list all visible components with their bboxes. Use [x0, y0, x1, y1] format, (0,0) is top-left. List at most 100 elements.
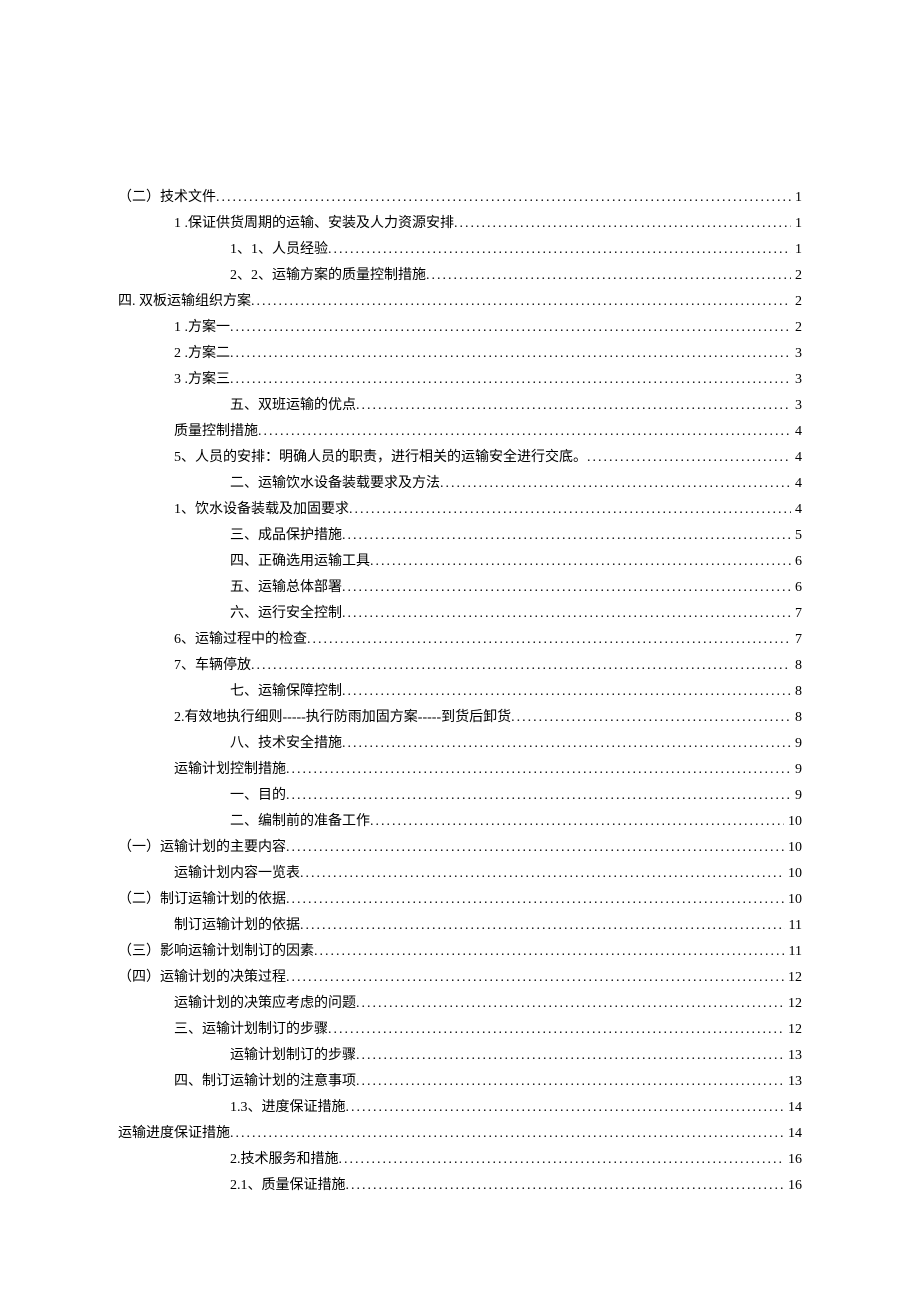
toc-entry-page: 10 — [784, 861, 802, 887]
toc-entry[interactable]: 一、目的9 — [118, 783, 802, 809]
toc-entry[interactable]: 6、运输过程中的检查 7 — [118, 627, 802, 653]
toc-entry[interactable]: 7、车辆停放 8 — [118, 653, 802, 679]
toc-entry[interactable]: 1 .保证供货周期的运输、安装及人力资源安排1 — [118, 211, 802, 237]
toc-leader-dots — [314, 939, 785, 965]
toc-entry-text: （二）制订运输计划的依据 — [118, 887, 286, 913]
toc-entry-text: 7、车辆停放 — [174, 653, 251, 679]
toc-entry[interactable]: 1.3、进度保证措施14 — [118, 1095, 802, 1121]
toc-leader-dots — [230, 341, 791, 367]
toc-entry-text: 质量控制措施 — [174, 419, 258, 445]
toc-entry-page: 16 — [784, 1173, 802, 1199]
toc-entry-text: 2.1、质量保证措施 — [230, 1173, 346, 1199]
toc-entry[interactable]: 八、技术安全措施9 — [118, 731, 802, 757]
toc-entry-page: 6 — [791, 575, 802, 601]
toc-leader-dots — [426, 263, 791, 289]
toc-entry-text: （一）运输计划的主要内容 — [118, 835, 286, 861]
toc-entry[interactable]: 二、运输饮水设备装载要求及方法4 — [118, 471, 802, 497]
toc-entry-text: 运输计划制订的步骤 — [230, 1043, 356, 1069]
toc-leader-dots — [286, 965, 784, 991]
toc-entry-text: 3 .方案三 — [174, 367, 230, 393]
toc-leader-dots — [346, 1095, 785, 1121]
toc-entry[interactable]: 1、1、人员经验1 — [118, 237, 802, 263]
toc-entry[interactable]: （二）制订运输计划的依据10 — [118, 887, 802, 913]
toc-entry[interactable]: 2、2、运输方案的质量控制措施2 — [118, 263, 802, 289]
toc-entry-page: 9 — [791, 757, 802, 783]
toc-entry[interactable]: 运输计划内容一览表 10 — [118, 861, 802, 887]
toc-entry[interactable]: 5、人员的安排：明确人员的职责，进行相关的运输安全进行交底。4 — [118, 445, 802, 471]
toc-leader-dots — [307, 627, 791, 653]
toc-entry-page: 4 — [791, 471, 802, 497]
toc-entry-text: 1、1、人员经验 — [230, 237, 328, 263]
toc-entry-text: 四、正确选用运输工具 — [230, 549, 370, 575]
toc-entry[interactable]: 制订运输计划的依据11 — [118, 913, 802, 939]
toc-entry-page: 13 — [784, 1069, 802, 1095]
toc-entry-text: 八、技术安全措施 — [230, 731, 342, 757]
toc-entry-page: 8 — [791, 653, 802, 679]
toc-entry-text: 1 .方案一 — [174, 315, 230, 341]
toc-entry[interactable]: 2.技术服务和措施16 — [118, 1147, 802, 1173]
toc-leader-dots — [356, 393, 791, 419]
toc-entry-text: 三、成品保护措施 — [230, 523, 342, 549]
toc-entry-text: 三、运输计划制订的步骤 — [174, 1017, 328, 1043]
toc-entry[interactable]: （二）技术文件1 — [118, 185, 802, 211]
toc-entry-text: 2、2、运输方案的质量控制措施 — [230, 263, 426, 289]
toc-entry[interactable]: 质量控制措施4 — [118, 419, 802, 445]
toc-entry[interactable]: 3 .方案三 3 — [118, 367, 802, 393]
toc-entry-page: 11 — [785, 939, 802, 965]
toc-leader-dots — [342, 575, 791, 601]
toc-entry-page: 3 — [791, 393, 802, 419]
toc-entry[interactable]: 四、正确选用运输工具 6 — [118, 549, 802, 575]
toc-entry-text: 运输计划内容一览表 — [174, 861, 300, 887]
document-page: （二）技术文件11 .保证供货周期的运输、安装及人力资源安排11、1、人员经验1… — [0, 0, 920, 1301]
toc-entry-page: 14 — [784, 1121, 802, 1147]
toc-leader-dots — [342, 679, 791, 705]
toc-entry[interactable]: （一）运输计划的主要内容10 — [118, 835, 802, 861]
toc-leader-dots — [258, 419, 791, 445]
toc-entry[interactable]: 五、运输总体部署6 — [118, 575, 802, 601]
toc-leader-dots — [511, 705, 791, 731]
toc-entry-page: 2 — [791, 315, 802, 341]
toc-entry[interactable]: （四）运输计划的决策过程12 — [118, 965, 802, 991]
toc-entry-page: 6 — [791, 549, 802, 575]
toc-leader-dots — [339, 1147, 785, 1173]
toc-leader-dots — [440, 471, 791, 497]
toc-entry-text: 5、人员的安排：明确人员的职责，进行相关的运输安全进行交底。 — [174, 445, 587, 471]
toc-entry[interactable]: 四. 双板运输组织方案2 — [118, 289, 802, 315]
toc-entry-text: 运输进度保证措施 — [118, 1121, 230, 1147]
toc-entry[interactable]: 六、运行安全控制7 — [118, 601, 802, 627]
toc-entry[interactable]: 2.1、质量保证措施 16 — [118, 1173, 802, 1199]
toc-leader-dots — [342, 601, 791, 627]
toc-leader-dots — [587, 445, 791, 471]
toc-entry-text: 6、运输过程中的检查 — [174, 627, 307, 653]
toc-entry[interactable]: 运输计划的决策应考虑的问题12 — [118, 991, 802, 1017]
toc-leader-dots — [286, 835, 784, 861]
toc-leader-dots — [251, 653, 791, 679]
toc-entry[interactable]: 三、成品保护措施5 — [118, 523, 802, 549]
toc-leader-dots — [370, 809, 784, 835]
toc-entry[interactable]: （三）影响运输计划制订的因素 11 — [118, 939, 802, 965]
toc-entry[interactable]: 运输计划制订的步骤13 — [118, 1043, 802, 1069]
toc-entry[interactable]: 四、制订运输计划的注意事项13 — [118, 1069, 802, 1095]
toc-entry-text: 1.3、进度保证措施 — [230, 1095, 346, 1121]
toc-entry[interactable]: 2.有效地执行细则-----执行防雨加固方案-----到货后卸货8 — [118, 705, 802, 731]
toc-entry[interactable]: 1、饮水设备装载及加固要求4 — [118, 497, 802, 523]
toc-entry[interactable]: 运输进度保证措施 14 — [118, 1121, 802, 1147]
toc-entry[interactable]: 七、运输保障控制8 — [118, 679, 802, 705]
toc-entry[interactable]: 三、运输计划制订的步骤12 — [118, 1017, 802, 1043]
toc-entry[interactable]: 二、编制前的准备工作10 — [118, 809, 802, 835]
toc-entry-page: 9 — [791, 783, 802, 809]
toc-entry[interactable]: 运输计划控制措施9 — [118, 757, 802, 783]
toc-entry-page: 7 — [791, 627, 802, 653]
toc-entry[interactable]: 1 .方案一 2 — [118, 315, 802, 341]
toc-entry-text: （三）影响运输计划制订的因素 — [118, 939, 314, 965]
toc-entry-text: 五、双班运输的优点 — [230, 393, 356, 419]
toc-entry[interactable]: 2 .方案二3 — [118, 341, 802, 367]
toc-entry[interactable]: 五、双班运输的优点 3 — [118, 393, 802, 419]
toc-leader-dots — [349, 497, 791, 523]
toc-entry-page: 3 — [791, 367, 802, 393]
toc-entry-text: 制订运输计划的依据 — [174, 913, 300, 939]
toc-entry-text: 1 .保证供货周期的运输、安装及人力资源安排 — [174, 211, 454, 237]
toc-entry-page: 16 — [784, 1147, 802, 1173]
toc-entry-text: （四）运输计划的决策过程 — [118, 965, 286, 991]
toc-entry-text: 1、饮水设备装载及加固要求 — [174, 497, 349, 523]
